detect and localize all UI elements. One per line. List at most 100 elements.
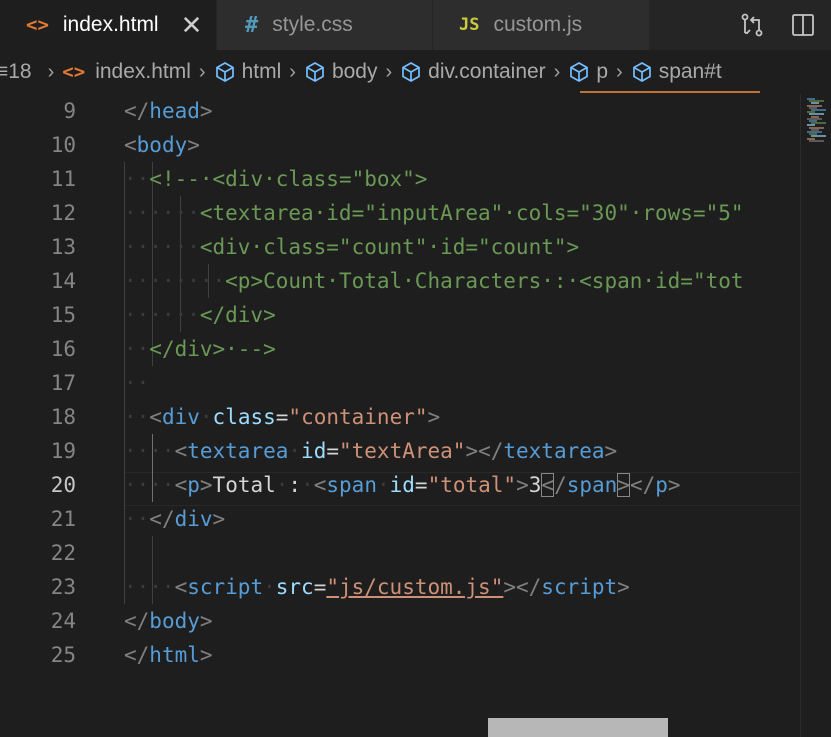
code-token: ···· xyxy=(124,473,175,497)
code-token: Total xyxy=(212,473,276,497)
code-token: ></ xyxy=(503,575,542,599)
code-line[interactable]: ··</div>·--> xyxy=(124,332,276,366)
code-line[interactable]: ····<textarea·id="textArea"></textarea> xyxy=(124,434,617,468)
tab-label: style.css xyxy=(272,13,353,36)
chevron-right-icon: › xyxy=(289,60,296,83)
code-line[interactable]: ······<textarea·id="inputArea"·cols="30"… xyxy=(124,196,744,230)
code-line[interactable]: ····<script·src="js/custom.js"></script> xyxy=(124,570,630,604)
breadcrumb-file-label: index.html xyxy=(95,60,191,83)
tab-label: custom.js xyxy=(493,13,583,36)
breadcrumb-item[interactable]: div.container xyxy=(400,60,546,84)
code-token: · xyxy=(263,575,276,599)
chevron-right-icon: › xyxy=(616,60,623,83)
code-token: > xyxy=(199,609,213,633)
symbol-element-icon xyxy=(304,61,326,83)
code-token: html xyxy=(149,643,200,667)
line-number: 21 xyxy=(50,507,76,531)
code-line[interactable]: ··<div·class="container"> xyxy=(124,400,440,434)
code-token: > xyxy=(427,405,441,429)
minimap[interactable] xyxy=(800,94,831,737)
code-token: "js/custom.js" xyxy=(326,575,504,599)
code-token: head xyxy=(149,99,200,123)
breadcrumb-item[interactable]: span#t xyxy=(631,60,722,84)
code-token: "total" xyxy=(427,473,517,497)
breadcrumb-item[interactable]: p xyxy=(568,60,608,84)
tab-index-html[interactable]: <> index.html ✕ xyxy=(0,0,217,50)
code-line[interactable]: ········<p>Count·Total·Characters·:·<spa… xyxy=(124,264,744,298)
code-token: · xyxy=(199,405,213,429)
code-token: </ xyxy=(629,473,656,497)
code-area[interactable]: </head> <body> ··<!--·<div·class="box"> ···… xyxy=(124,94,799,737)
code-token: </div>·--> xyxy=(149,337,276,361)
breadcrumb-item-label: div.container xyxy=(428,60,546,83)
code-line[interactable]: ··<!--·<div·class="box"> xyxy=(124,162,427,196)
breadcrumb-item-label: span#t xyxy=(658,60,722,83)
breadcrumb-item[interactable]: body xyxy=(304,60,378,84)
code-token: </ xyxy=(124,643,150,667)
line-number: 22 xyxy=(50,541,76,565)
editor-actions xyxy=(650,0,831,50)
code-line[interactable]: </body> xyxy=(124,604,213,638)
code-editor[interactable]: 9 10 11 12 13 14 15 16 17 18 19 20 21 22 23 24 25 </head… xyxy=(0,94,831,737)
js-file-icon: JS xyxy=(459,15,480,35)
code-token: ·· xyxy=(124,507,150,531)
horizontal-scrollbar-thumb[interactable] xyxy=(488,718,668,737)
line-number: 11 xyxy=(50,167,76,191)
code-line[interactable]: <body> xyxy=(124,128,200,162)
code-token: > xyxy=(199,473,213,497)
close-icon[interactable]: ✕ xyxy=(181,12,203,38)
code-token: ···· xyxy=(124,439,175,463)
code-token: · xyxy=(288,439,302,463)
code-token: </div> xyxy=(199,303,276,327)
code-token: p xyxy=(187,473,200,497)
code-token: / xyxy=(554,473,567,497)
line-number: 20 xyxy=(50,473,76,497)
code-token: ······ xyxy=(124,201,200,225)
code-line[interactable]: ··</div> xyxy=(124,502,225,536)
code-line[interactable]: ······</div> xyxy=(124,298,276,332)
code-line[interactable]: </html> xyxy=(124,638,213,672)
code-token: textarea xyxy=(503,439,605,463)
code-token: ></ xyxy=(465,439,504,463)
code-token: < xyxy=(541,473,555,497)
split-editor-icon[interactable] xyxy=(791,13,815,37)
symbol-element-icon xyxy=(631,61,653,83)
line-number: 23 xyxy=(50,575,76,599)
breadcrumb-item-label: body xyxy=(331,60,378,83)
code-token: = xyxy=(326,439,339,463)
code-token: </ xyxy=(124,99,150,123)
line-number: 24 xyxy=(50,609,76,633)
breadcrumb-file[interactable]: <> index.html xyxy=(62,60,191,84)
breadcrumb-lead[interactable]: ≡18 xyxy=(0,60,32,84)
compare-changes-icon[interactable] xyxy=(739,12,765,38)
breadcrumb-item[interactable]: html xyxy=(214,60,282,84)
tab-custom-js[interactable]: JS custom.js xyxy=(433,0,650,50)
code-token: textarea xyxy=(187,439,289,463)
code-token: div xyxy=(174,507,213,531)
code-token: > xyxy=(199,643,213,667)
code-line[interactable]: </head> xyxy=(124,94,213,128)
code-token: src xyxy=(275,575,314,599)
breadcrumb-item-label: html xyxy=(241,60,282,83)
line-number: 25 xyxy=(50,643,76,667)
chevron-right-icon: › xyxy=(553,60,561,83)
code-token: · xyxy=(301,473,314,497)
find-match-underline xyxy=(580,91,760,93)
code-line[interactable]: ····<p>Total·:·<span·id="total">3</span>… xyxy=(124,468,681,502)
code-token: > xyxy=(187,133,200,157)
code-token: body xyxy=(149,609,200,633)
css-file-icon: # xyxy=(245,12,259,38)
tab-style-css[interactable]: # style.css xyxy=(217,0,433,50)
line-number: 13 xyxy=(50,235,76,259)
code-token: script xyxy=(541,575,618,599)
code-token: > xyxy=(604,439,618,463)
code-token: script xyxy=(187,575,264,599)
code-token: ···· xyxy=(124,575,175,599)
code-line[interactable]: ·· xyxy=(124,366,149,400)
code-token: > xyxy=(617,575,630,599)
code-token: "textArea" xyxy=(339,439,466,463)
line-number: 17 xyxy=(50,371,76,395)
html-file-icon: <> xyxy=(26,14,49,36)
code-line[interactable]: ······<div·class="count"·id="count"> xyxy=(124,230,579,264)
code-token: class xyxy=(212,405,276,429)
